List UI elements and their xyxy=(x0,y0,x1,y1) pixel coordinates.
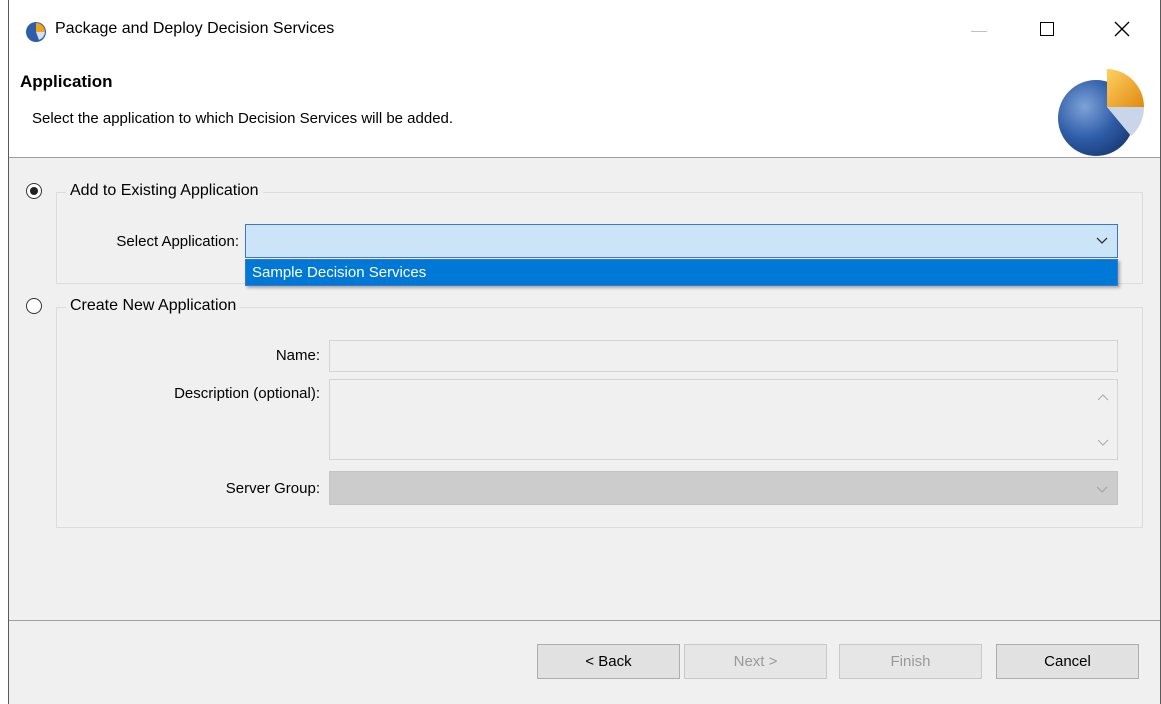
back-button[interactable]: < Back xyxy=(537,644,680,679)
close-icon xyxy=(1114,21,1130,37)
server-group-select[interactable] xyxy=(329,471,1118,505)
name-label: Name: xyxy=(275,347,320,364)
create-new-application-radio[interactable] xyxy=(26,298,42,314)
finish-button[interactable]: Finish xyxy=(839,644,982,679)
dropdown-option-sample-decision-services[interactable]: Sample Decision Services xyxy=(252,264,426,281)
scroll-down-icon[interactable] xyxy=(1097,438,1109,448)
minimize-button[interactable] xyxy=(956,0,1002,62)
app-logo-icon xyxy=(26,22,46,42)
existing-application-radio[interactable] xyxy=(26,183,42,199)
scroll-up-icon[interactable] xyxy=(1097,392,1109,402)
server-group-label: Server Group: xyxy=(225,480,320,497)
chevron-down-icon xyxy=(1096,237,1108,244)
page-title: Application xyxy=(20,72,113,91)
wizard-header: Application Select the application to wh… xyxy=(9,62,1160,158)
chevron-down-icon xyxy=(1096,486,1108,493)
description-field[interactable] xyxy=(329,379,1118,460)
dialog-window: Package and Deploy Decision Services App… xyxy=(8,0,1161,704)
application-dropdown-list[interactable]: Sample Decision Services xyxy=(245,259,1118,286)
wizard-logo-icon xyxy=(1058,69,1144,156)
description-label: Description (optional): xyxy=(174,385,320,402)
existing-application-label[interactable]: Add to Existing Application xyxy=(66,182,263,200)
close-button[interactable] xyxy=(1099,0,1145,62)
page-description: Select the application to which Decision… xyxy=(32,110,454,127)
create-new-application-label[interactable]: Create New Application xyxy=(66,297,241,315)
window-title: Package and Deploy Decision Services xyxy=(55,20,335,37)
maximize-button[interactable] xyxy=(1024,0,1070,62)
title-bar[interactable]: Package and Deploy Decision Services xyxy=(9,0,1160,62)
select-application-label: Select Application: xyxy=(116,233,239,250)
cancel-button[interactable]: Cancel xyxy=(996,644,1139,679)
select-application-combo[interactable] xyxy=(245,224,1118,258)
footer-separator xyxy=(9,620,1160,621)
name-field[interactable] xyxy=(329,340,1118,372)
next-button[interactable]: Next > xyxy=(684,644,827,679)
